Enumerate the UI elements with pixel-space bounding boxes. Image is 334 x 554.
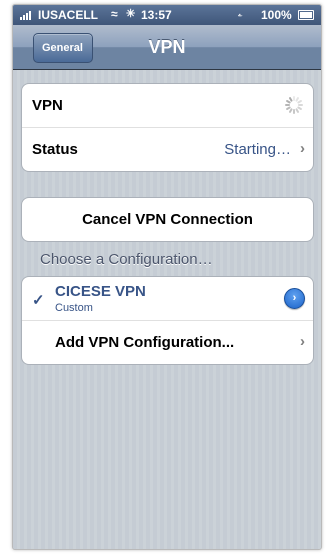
cancel-vpn-button[interactable]: Cancel VPN Connection: [21, 197, 314, 242]
status-bar: IUSACELL ≈ ✳ 13:57 ۦ 100%: [13, 5, 321, 25]
spinner-tick: [293, 109, 295, 114]
spinner-icon: [285, 96, 303, 114]
status-value: Starting…: [224, 141, 291, 158]
configurations-group: ✓ CICESE VPN Custom › Add VPN Configurat…: [21, 276, 314, 365]
battery-percent: 100%: [261, 8, 292, 22]
vpn-label: VPN: [32, 97, 63, 114]
vpn-toggle-row[interactable]: VPN: [22, 84, 313, 128]
checkmark-icon: ✓: [32, 292, 45, 309]
battery-icon: [298, 10, 314, 20]
activity-icon: ✳: [126, 8, 136, 20]
navigation-bar: General VPN: [13, 25, 321, 70]
add-config-row[interactable]: Add VPN Configuration... ›: [22, 321, 313, 364]
chevron-right-icon: ›: [300, 333, 305, 350]
config-subtitle: Custom: [55, 302, 93, 314]
config-name: CICESE VPN: [55, 283, 146, 300]
config-row-cicese[interactable]: ✓ CICESE VPN Custom ›: [22, 277, 313, 321]
status-row[interactable]: Status Starting… ›: [22, 128, 313, 171]
spinner-tick: [285, 104, 290, 106]
battery-fill: [300, 12, 312, 18]
signal-icon: [20, 10, 36, 20]
add-config-label: Add VPN Configuration...: [55, 334, 235, 351]
bluetooth-icon: ۦ: [238, 7, 243, 19]
carrier-name: IUSACELL: [38, 8, 98, 22]
vpn-settings-group: VPN Status Starting… ›: [21, 83, 314, 172]
status-time: 13:57: [141, 8, 172, 22]
detail-disclosure-button[interactable]: ›: [284, 288, 305, 309]
device-frame: IUSACELL ≈ ✳ 13:57 ۦ 100% General VPN VP…: [12, 4, 322, 550]
status-label: Status: [32, 141, 78, 158]
wifi-icon: ≈: [111, 7, 118, 21]
screen: IUSACELL ≈ ✳ 13:57 ۦ 100% General VPN VP…: [13, 5, 321, 549]
page-title: VPN: [148, 37, 186, 57]
section-header: Choose a Configuration…: [40, 251, 213, 268]
chevron-right-icon: ›: [300, 140, 305, 157]
